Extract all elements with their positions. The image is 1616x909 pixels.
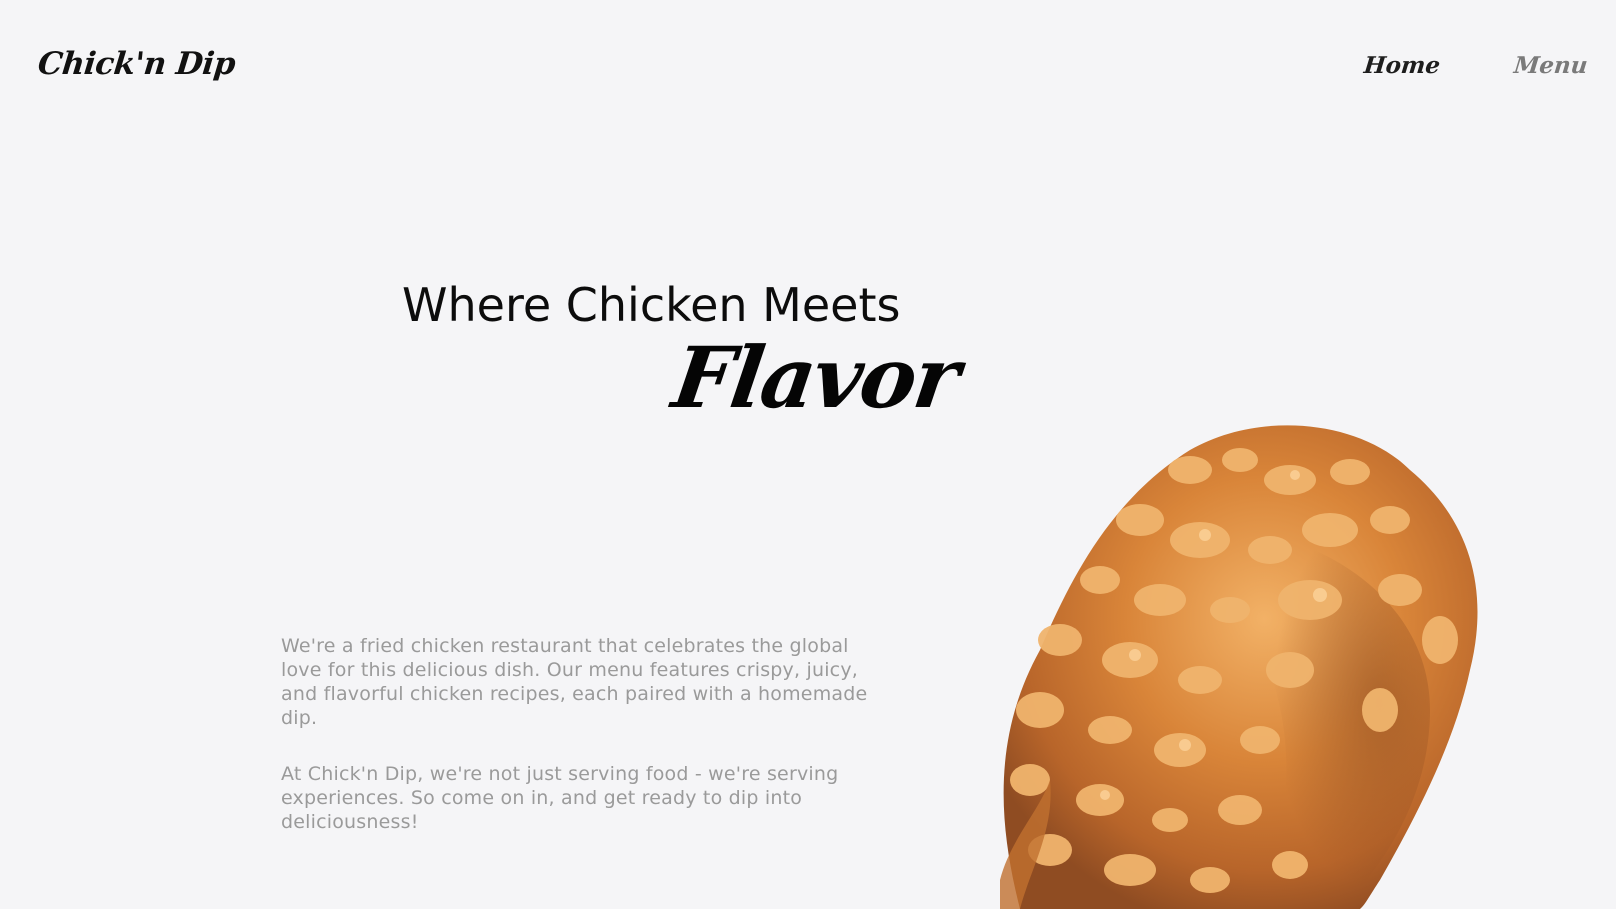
brand-logo[interactable]: Chick'n Dip (36, 46, 237, 82)
nav-menu-link[interactable]: Menu (1513, 52, 1589, 79)
nav-home-link[interactable]: Home (1363, 52, 1442, 79)
experience-paragraph: At Chick'n Dip, we're not just serving f… (281, 763, 839, 833)
hero-heading-flavor: Flavor (667, 328, 965, 427)
hero-heading-line1: Where Chicken Meets (402, 278, 901, 332)
intro-paragraph: We're a fried chicken restaurant that ce… (281, 635, 868, 729)
fried-chicken-illustration (1000, 425, 1478, 909)
fried-chicken-image (960, 410, 1540, 909)
main-nav: Home Menu (1316, 52, 1616, 88)
